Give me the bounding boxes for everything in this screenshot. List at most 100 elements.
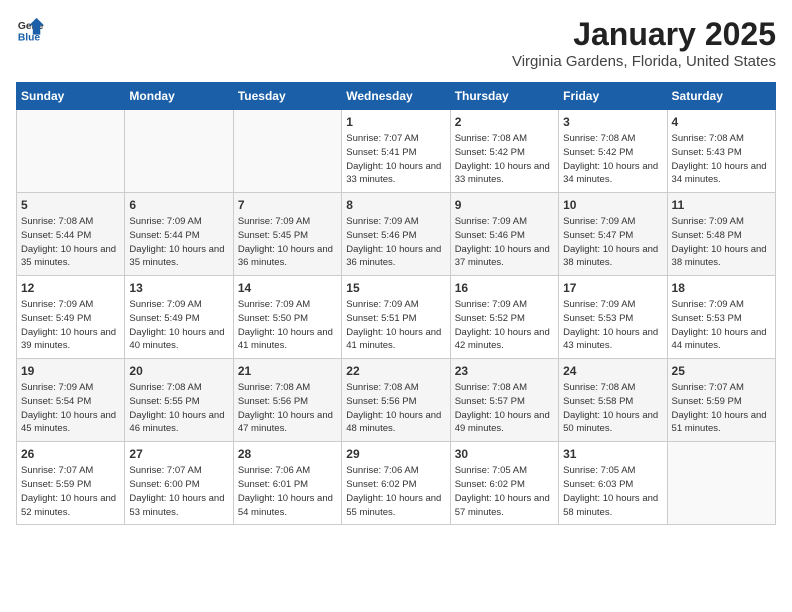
day-cell: 2 Sunrise: 7:08 AMSunset: 5:42 PMDaylight… [450, 110, 558, 193]
day-info: Sunrise: 7:08 AMSunset: 5:44 PMDaylight:… [21, 215, 120, 270]
day-number: 1 [346, 115, 445, 129]
day-number: 13 [129, 281, 228, 295]
day-cell: 5 Sunrise: 7:08 AMSunset: 5:44 PMDaylight… [17, 193, 125, 276]
day-info: Sunrise: 7:09 AMSunset: 5:49 PMDaylight:… [129, 298, 228, 353]
day-cell: 25 Sunrise: 7:07 AMSunset: 5:59 PMDayligh… [667, 359, 775, 442]
day-info: Sunrise: 7:06 AMSunset: 6:02 PMDaylight:… [346, 464, 445, 519]
day-cell: 24Sunrise: 7:08 AMSunset: 5:58 PMDayligh… [559, 359, 667, 442]
day-number: 9 [455, 198, 554, 212]
col-header-tuesday: Tuesday [233, 83, 341, 110]
day-cell: 23 Sunrise: 7:08 AMSunset: 5:57 PMDayligh… [450, 359, 558, 442]
calendar-subtitle: Virginia Gardens, Florida, United States [512, 53, 776, 70]
day-cell: 15 Sunrise: 7:09 AMSunset: 5:51 PMDayligh… [342, 276, 450, 359]
col-header-thursday: Thursday [450, 83, 558, 110]
day-cell: 7Sunrise: 7:09 AMSunset: 5:45 PMDaylight… [233, 193, 341, 276]
day-cell: 20 Sunrise: 7:08 AMSunset: 5:55 PMDayligh… [125, 359, 233, 442]
day-info: Sunrise: 7:09 AMSunset: 5:53 PMDaylight:… [672, 298, 771, 353]
day-info: Sunrise: 7:09 AMSunset: 5:48 PMDaylight:… [672, 215, 771, 270]
day-info: Sunrise: 7:09 AMSunset: 5:44 PMDaylight:… [129, 215, 228, 270]
day-number: 3 [563, 115, 662, 129]
day-info: Sunrise: 7:08 AMSunset: 5:55 PMDaylight:… [129, 381, 228, 436]
day-number: 10 [563, 198, 662, 212]
week-row-3: 12 Sunrise: 7:09 AMSunset: 5:49 PMDayligh… [17, 276, 776, 359]
day-info: Sunrise: 7:09 AMSunset: 5:47 PMDaylight:… [563, 215, 662, 270]
day-info: Sunrise: 7:08 AMSunset: 5:42 PMDaylight:… [563, 132, 662, 187]
day-number: 29 [346, 447, 445, 461]
day-info: Sunrise: 7:09 AMSunset: 5:54 PMDaylight:… [21, 381, 120, 436]
week-row-2: 5 Sunrise: 7:08 AMSunset: 5:44 PMDaylight… [17, 193, 776, 276]
day-info: Sunrise: 7:05 AMSunset: 6:03 PMDaylight:… [563, 464, 662, 519]
calendar-header-row: SundayMondayTuesdayWednesdayThursdayFrid… [17, 83, 776, 110]
day-info: Sunrise: 7:09 AMSunset: 5:45 PMDaylight:… [238, 215, 337, 270]
day-cell: 1 Sunrise: 7:07 AMSunset: 5:41 PMDaylight… [342, 110, 450, 193]
day-cell: 22 Sunrise: 7:08 AMSunset: 5:56 PMDayligh… [342, 359, 450, 442]
day-cell: 29 Sunrise: 7:06 AMSunset: 6:02 PMDayligh… [342, 442, 450, 525]
day-info: Sunrise: 7:09 AMSunset: 5:51 PMDaylight:… [346, 298, 445, 353]
day-number: 31 [563, 447, 662, 461]
day-number: 14 [238, 281, 337, 295]
day-info: Sunrise: 7:06 AMSunset: 6:01 PMDaylight:… [238, 464, 337, 519]
day-cell: 19Sunrise: 7:09 AMSunset: 5:54 PMDayligh… [17, 359, 125, 442]
day-number: 21 [238, 364, 337, 378]
day-info: Sunrise: 7:08 AMSunset: 5:56 PMDaylight:… [238, 381, 337, 436]
day-number: 16 [455, 281, 554, 295]
day-number: 12 [21, 281, 120, 295]
day-number: 30 [455, 447, 554, 461]
day-info: Sunrise: 7:08 AMSunset: 5:56 PMDaylight:… [346, 381, 445, 436]
day-info: Sunrise: 7:09 AMSunset: 5:46 PMDaylight:… [346, 215, 445, 270]
day-number: 2 [455, 115, 554, 129]
day-cell: 27 Sunrise: 7:07 AMSunset: 6:00 PMDayligh… [125, 442, 233, 525]
day-number: 20 [129, 364, 228, 378]
day-cell: 26Sunrise: 7:07 AMSunset: 5:59 PMDayligh… [17, 442, 125, 525]
day-cell: 4 Sunrise: 7:08 AMSunset: 5:43 PMDaylight… [667, 110, 775, 193]
day-cell: 6Sunrise: 7:09 AMSunset: 5:44 PMDaylight… [125, 193, 233, 276]
day-cell [233, 110, 341, 193]
day-cell: 18 Sunrise: 7:09 AMSunset: 5:53 PMDayligh… [667, 276, 775, 359]
day-number: 22 [346, 364, 445, 378]
day-number: 25 [672, 364, 771, 378]
day-info: Sunrise: 7:09 AMSunset: 5:50 PMDaylight:… [238, 298, 337, 353]
day-number: 4 [672, 115, 771, 129]
day-cell: 3 Sunrise: 7:08 AMSunset: 5:42 PMDaylight… [559, 110, 667, 193]
day-info: Sunrise: 7:05 AMSunset: 6:02 PMDaylight:… [455, 464, 554, 519]
col-header-monday: Monday [125, 83, 233, 110]
day-number: 11 [672, 198, 771, 212]
day-cell [125, 110, 233, 193]
day-number: 23 [455, 364, 554, 378]
day-cell: 13 Sunrise: 7:09 AMSunset: 5:49 PMDayligh… [125, 276, 233, 359]
day-cell: 8 Sunrise: 7:09 AMSunset: 5:46 PMDaylight… [342, 193, 450, 276]
day-number: 15 [346, 281, 445, 295]
day-cell: 10 Sunrise: 7:09 AMSunset: 5:47 PMDayligh… [559, 193, 667, 276]
logo: General Blue [16, 16, 44, 44]
day-info: Sunrise: 7:09 AMSunset: 5:52 PMDaylight:… [455, 298, 554, 353]
day-cell [667, 442, 775, 525]
day-info: Sunrise: 7:07 AMSunset: 5:41 PMDaylight:… [346, 132, 445, 187]
day-number: 27 [129, 447, 228, 461]
day-info: Sunrise: 7:08 AMSunset: 5:42 PMDaylight:… [455, 132, 554, 187]
day-info: Sunrise: 7:07 AMSunset: 6:00 PMDaylight:… [129, 464, 228, 519]
day-cell: 30 Sunrise: 7:05 AMSunset: 6:02 PMDayligh… [450, 442, 558, 525]
day-cell: 28Sunrise: 7:06 AMSunset: 6:01 PMDayligh… [233, 442, 341, 525]
day-info: Sunrise: 7:09 AMSunset: 5:46 PMDaylight:… [455, 215, 554, 270]
day-number: 5 [21, 198, 120, 212]
day-number: 18 [672, 281, 771, 295]
day-cell: 11 Sunrise: 7:09 AMSunset: 5:48 PMDayligh… [667, 193, 775, 276]
day-info: Sunrise: 7:08 AMSunset: 5:57 PMDaylight:… [455, 381, 554, 436]
col-header-saturday: Saturday [667, 83, 775, 110]
day-info: Sunrise: 7:08 AMSunset: 5:43 PMDaylight:… [672, 132, 771, 187]
day-cell: 14 Sunrise: 7:09 AMSunset: 5:50 PMDayligh… [233, 276, 341, 359]
col-header-friday: Friday [559, 83, 667, 110]
day-info: Sunrise: 7:07 AMSunset: 5:59 PMDaylight:… [21, 464, 120, 519]
week-row-1: 1 Sunrise: 7:07 AMSunset: 5:41 PMDaylight… [17, 110, 776, 193]
day-cell: 31 Sunrise: 7:05 AMSunset: 6:03 PMDayligh… [559, 442, 667, 525]
day-number: 8 [346, 198, 445, 212]
day-cell [17, 110, 125, 193]
col-header-sunday: Sunday [17, 83, 125, 110]
day-cell: 21 Sunrise: 7:08 AMSunset: 5:56 PMDayligh… [233, 359, 341, 442]
calendar-title: January 2025 [512, 16, 776, 53]
day-info: Sunrise: 7:09 AMSunset: 5:53 PMDaylight:… [563, 298, 662, 353]
day-number: 17 [563, 281, 662, 295]
day-info: Sunrise: 7:07 AMSunset: 5:59 PMDaylight:… [672, 381, 771, 436]
col-header-wednesday: Wednesday [342, 83, 450, 110]
day-info: Sunrise: 7:09 AMSunset: 5:49 PMDaylight:… [21, 298, 120, 353]
